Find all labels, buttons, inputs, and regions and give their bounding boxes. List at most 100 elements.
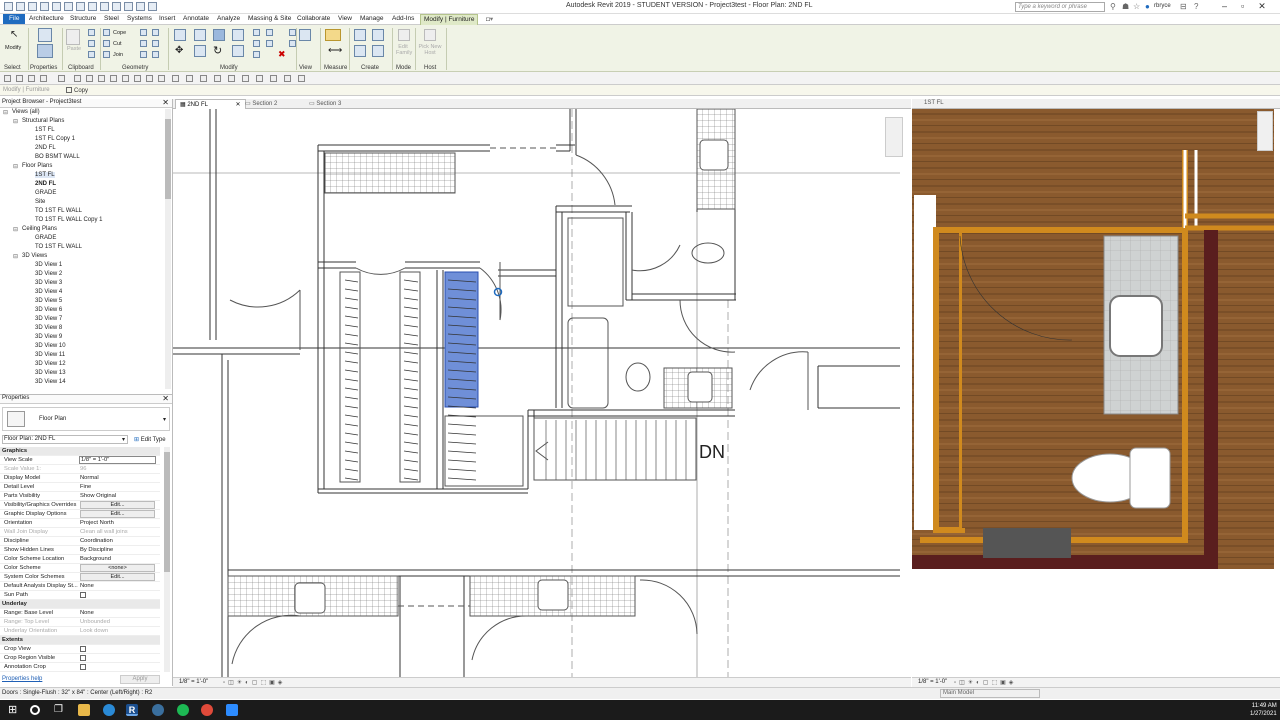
tab-manage[interactable]: Manage: [360, 15, 384, 22]
property-value[interactable]: Project North: [80, 520, 114, 526]
tab-file[interactable]: File: [3, 14, 26, 24]
browser-item[interactable]: Site: [35, 199, 45, 205]
browser-item[interactable]: 3D View 11: [35, 352, 65, 358]
text-icon[interactable]: [88, 2, 97, 11]
spotify-icon[interactable]: [177, 704, 189, 716]
paste-icon[interactable]: [66, 29, 80, 45]
rendered-plan[interactable]: [912, 109, 1280, 677]
maximize-icon[interactable]: ▫: [1241, 1, 1244, 12]
measure-tool-icon[interactable]: [325, 29, 341, 41]
qat-thin-lines-icon[interactable]: [158, 75, 165, 82]
qat-close-windows-icon[interactable]: [172, 75, 179, 82]
cut-geometry-icon[interactable]: [103, 40, 110, 47]
browser-item[interactable]: 3D Views: [22, 253, 47, 259]
rotate-icon[interactable]: ↻: [213, 44, 222, 57]
cope-button[interactable]: Cope: [113, 30, 126, 36]
qat-dimension-icon[interactable]: [98, 75, 105, 82]
panel-select[interactable]: Select: [4, 65, 21, 71]
browser-scrollbar[interactable]: [165, 109, 171, 389]
property-value[interactable]: By Discipline: [80, 547, 113, 553]
section-icon[interactable]: [112, 2, 121, 11]
array-icon[interactable]: [266, 29, 273, 36]
thin-lines-icon[interactable]: [124, 2, 133, 11]
close-icon[interactable]: ✕: [1258, 1, 1266, 12]
tab-steel[interactable]: Steel: [104, 15, 119, 22]
view2-scale[interactable]: 1/8" = 1'-0": [918, 679, 947, 685]
floor-plan-canvas[interactable]: DN: [173, 109, 911, 677]
window-controls[interactable]: – ▫ ✕: [1222, 1, 1266, 12]
revit-taskbar-icon[interactable]: R: [126, 704, 138, 716]
property-edit-button[interactable]: <none>: [80, 564, 155, 572]
browser-item[interactable]: Floor Plans: [22, 163, 52, 169]
browser-item[interactable]: 3D View 2: [35, 271, 62, 277]
pick-new-host-icon[interactable]: [424, 29, 436, 41]
move-icon[interactable]: ✥: [175, 45, 183, 56]
delete-icon[interactable]: ✖: [278, 49, 286, 60]
edit-type-button[interactable]: ⊞ Edit Type: [134, 436, 166, 443]
property-edit-button[interactable]: Edit...: [80, 510, 155, 518]
browser-item[interactable]: 3D View 10: [35, 343, 66, 349]
property-group[interactable]: Graphics: [0, 447, 160, 456]
property-value[interactable]: 1/8" = 1'-0": [79, 456, 156, 464]
split-icon[interactable]: [253, 29, 260, 36]
help-icon[interactable]: ?: [1194, 2, 1198, 11]
property-value[interactable]: Background: [80, 556, 111, 562]
edge-icon[interactable]: [103, 704, 115, 716]
chevron-down-icon[interactable]: ▾: [122, 436, 125, 443]
create-parts-icon[interactable]: [372, 29, 384, 41]
close-icon[interactable]: ✕: [162, 98, 169, 107]
search-input[interactable]: Type a keyword or phrase: [1015, 2, 1105, 12]
browser-item[interactable]: TO 1ST FL WALL Copy 1: [35, 217, 102, 223]
browser-item[interactable]: 3D View 5: [35, 298, 62, 304]
qat-custom-4-icon[interactable]: [270, 75, 277, 82]
trim-extend-icon[interactable]: [232, 45, 244, 57]
tab-structure[interactable]: Structure: [70, 15, 96, 22]
open-icon[interactable]: [16, 2, 25, 11]
property-checkbox[interactable]: [80, 592, 86, 598]
file-explorer-icon[interactable]: [78, 704, 90, 716]
type-selector[interactable]: Floor Plan ▾: [2, 407, 170, 431]
browser-item[interactable]: 3D View 9: [35, 334, 62, 340]
mirror-pick-axis-icon[interactable]: [213, 29, 225, 41]
print-icon[interactable]: [64, 2, 73, 11]
qat-cascade-icon[interactable]: [214, 75, 221, 82]
tree-toggle-icon[interactable]: ⊟: [13, 253, 18, 260]
property-value[interactable]: Show Original: [80, 493, 116, 499]
match-type-icon[interactable]: [88, 51, 95, 58]
minimize-icon[interactable]: –: [1222, 1, 1227, 12]
search-icon[interactable]: [30, 705, 40, 715]
tab-add-ins[interactable]: Add-Ins: [392, 15, 414, 22]
instance-dropdown[interactable]: Floor Plan: 2ND FL ▾: [2, 435, 128, 444]
qat-section-icon[interactable]: [146, 75, 153, 82]
tab-2nd-fl[interactable]: ▦ 2ND FL ✕: [175, 99, 246, 109]
tree-toggle-icon[interactable]: ⊟: [13, 226, 18, 233]
browser-item[interactable]: GRADE: [35, 190, 56, 196]
view-control-icons[interactable]: ▫◫☀◐▢⬚▣◈: [223, 679, 285, 686]
qat-redo-icon[interactable]: [58, 75, 65, 82]
property-value[interactable]: Normal: [80, 475, 99, 481]
chrome-icon[interactable]: [201, 704, 213, 716]
create-group-icon[interactable]: [354, 45, 366, 57]
browser-scroll-thumb[interactable]: [165, 119, 171, 199]
pin-icon[interactable]: [253, 51, 260, 58]
properties-scrollbar[interactable]: [164, 447, 170, 672]
cope-icon[interactable]: [103, 29, 110, 36]
tab-architecture[interactable]: Architecture: [29, 15, 64, 22]
modify-arrow-icon[interactable]: ↖: [10, 29, 18, 40]
copy-clipboard-icon[interactable]: [88, 40, 95, 47]
browser-item[interactable]: TO 1ST FL WALL: [35, 244, 82, 250]
view-scale[interactable]: 1/8" = 1'-0": [179, 679, 208, 685]
modify-extra-2-icon[interactable]: [289, 40, 296, 47]
browser-item[interactable]: Ceiling Plans: [22, 226, 57, 232]
qat-custom-3-icon[interactable]: [256, 75, 263, 82]
clock[interactable]: 11:49 AM 1/27/2021: [1250, 702, 1277, 718]
task-view-icon[interactable]: ❐: [54, 704, 66, 716]
property-value[interactable]: Fine: [80, 484, 91, 490]
tab-collaborate[interactable]: Collaborate: [297, 15, 330, 22]
measure-icon[interactable]: [76, 2, 85, 11]
qat-tag-icon[interactable]: [110, 75, 117, 82]
view2-header[interactable]: 1ST FL: [912, 99, 1280, 109]
save-icon[interactable]: [28, 2, 37, 11]
qat-text-icon[interactable]: [122, 75, 129, 82]
properties-help-link[interactable]: Properties help: [2, 676, 42, 682]
